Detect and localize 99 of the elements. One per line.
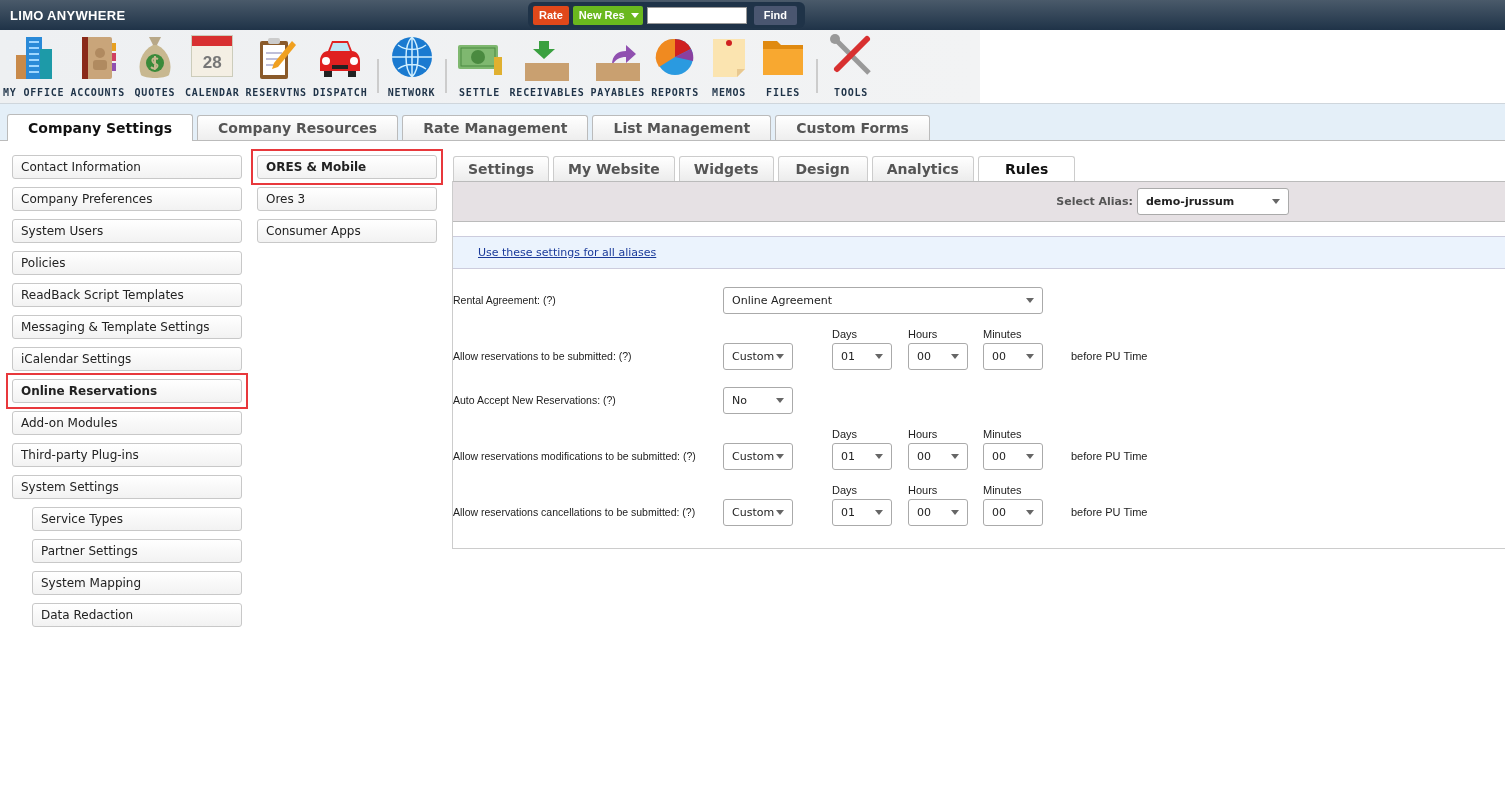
menu-item[interactable]: Partner Settings [32, 539, 242, 563]
toolbar-item[interactable]: 28 CALENDAR [181, 31, 243, 103]
logo: LIMO ANYWHERE [10, 7, 126, 23]
column-label: Days [832, 484, 859, 496]
column-label: Hours [908, 328, 939, 340]
alias-label: Select Alias: [1056, 195, 1133, 208]
caret-icon [776, 454, 784, 459]
field-label: Allow reservations cancellations to be submitted: (?) [453, 506, 696, 520]
caret-icon [776, 354, 784, 359]
caret-icon [875, 510, 883, 515]
menu-item[interactable]: Service Types [32, 507, 242, 531]
select-field[interactable]: 00 [983, 443, 1043, 470]
tab[interactable]: Rules [977, 156, 1076, 181]
select-field[interactable]: 00 [908, 343, 968, 370]
caret-icon [1026, 298, 1034, 303]
tab[interactable]: List Management [592, 115, 772, 140]
tab[interactable]: My Website [553, 156, 675, 181]
toolbar-item[interactable]: MEMOS [702, 33, 757, 103]
toolbar-item[interactable]: REPORTS [648, 33, 703, 103]
menu-item[interactable]: Contact Information [12, 155, 242, 179]
select-field[interactable]: 00 [908, 443, 968, 470]
menu-item[interactable]: Data Redaction [32, 603, 242, 627]
menu-item[interactable]: Company Preferences [12, 187, 242, 211]
caret-icon [630, 12, 639, 18]
select-field[interactable]: 00 [908, 499, 968, 526]
caret-icon [1272, 199, 1280, 204]
toolbar-item[interactable]: RECEIVABLES [506, 41, 588, 103]
toolbar-item[interactable]: DISPATCH [309, 33, 371, 103]
calendar-icon: 28 [191, 35, 234, 77]
select-field[interactable]: 01 [832, 499, 892, 526]
menu-item[interactable]: System Mapping [32, 571, 242, 595]
toolbar-item[interactable]: TOOLS [824, 33, 879, 103]
search-field[interactable] [646, 6, 747, 24]
caret-icon [875, 354, 883, 359]
select-field[interactable]: 01 [832, 343, 892, 370]
field-label: Allow reservations modifications to be submitted: (?) [453, 450, 696, 464]
menu-item[interactable]: Add-on Modules [12, 411, 242, 435]
suffix-text: before PU Time [1070, 450, 1149, 464]
column-label: Hours [908, 484, 939, 496]
column-label: Days [832, 328, 859, 340]
caret-icon [951, 354, 959, 359]
caret-icon [1026, 454, 1034, 459]
toolbar-item[interactable]: SETTLE [452, 33, 507, 103]
menu-item[interactable]: Policies [12, 251, 242, 275]
caret-icon [951, 454, 959, 459]
alias-select[interactable]: demo-jrussum [1137, 188, 1289, 215]
toolbar-item[interactable]: FILES [756, 33, 811, 103]
tab[interactable]: Company Resources [197, 115, 399, 140]
select-field[interactable]: 00 [983, 499, 1043, 526]
tab[interactable]: Analytics [871, 156, 974, 181]
toolbar-item[interactable]: MY OFFICE [0, 33, 68, 103]
menu-item[interactable]: ORES & Mobile [257, 155, 437, 179]
caret-icon [776, 398, 784, 403]
toolbar-item[interactable]: ACCOUNTS [67, 33, 128, 103]
menu-item[interactable]: Ores 3 [257, 187, 437, 211]
select-field[interactable]: Online Agreement [723, 287, 1043, 314]
select-field[interactable]: Custom [723, 499, 793, 526]
caret-icon [1026, 354, 1034, 359]
tab[interactable]: Design [777, 156, 868, 181]
tab[interactable]: Settings [453, 156, 550, 181]
toolbar-item[interactable]: PAYABLES [587, 41, 649, 103]
tab[interactable]: Rate Management [402, 115, 589, 140]
suffix-text: before PU Time [1070, 506, 1149, 520]
caret-icon [875, 454, 883, 459]
menu-item[interactable]: Consumer Apps [257, 219, 437, 243]
tab[interactable]: Widgets [678, 156, 774, 181]
caret-icon [1026, 510, 1034, 515]
column-label: Minutes [983, 328, 1023, 340]
inbox-tray-icon [523, 41, 572, 81]
select-field[interactable]: Custom [723, 443, 793, 470]
select-field[interactable]: 01 [832, 443, 892, 470]
toolbar-item[interactable]: QUOTES [127, 33, 182, 103]
select-field[interactable]: Custom [723, 343, 793, 370]
select-field[interactable]: No [723, 387, 793, 414]
field-label: Allow reservations to be submitted: (?) [453, 350, 632, 364]
menu-item[interactable]: iCalendar Settings [12, 347, 242, 371]
column-label: Minutes [983, 484, 1023, 496]
column-label: Days [832, 428, 859, 440]
column-label: Hours [908, 428, 939, 440]
menu-item[interactable]: ReadBack Script Templates [12, 283, 242, 307]
menu-item[interactable]: System Settings [12, 475, 242, 499]
field-label: Rental Agreement: (?) [453, 294, 556, 308]
toolbar-item[interactable]: NETWORK [384, 33, 439, 103]
menu-item[interactable]: Messaging & Template Settings [12, 315, 242, 339]
rate-button[interactable]: Rate [533, 5, 569, 25]
menu-item[interactable]: Online Reservations [12, 379, 242, 403]
caret-icon [951, 510, 959, 515]
suffix-text: before PU Time [1070, 350, 1149, 364]
select-field[interactable]: 00 [983, 343, 1043, 370]
column-label: Minutes [983, 428, 1023, 440]
menu-item[interactable]: System Users [12, 219, 242, 243]
tab[interactable]: Company Settings [7, 114, 193, 141]
menu-item[interactable]: Third-party Plug-ins [12, 443, 242, 467]
caret-icon [776, 510, 784, 515]
toolbar-item[interactable]: RESERVTNS [242, 33, 310, 103]
field-label: Auto Accept New Reservations: (?) [453, 394, 616, 408]
tab[interactable]: Custom Forms [775, 115, 930, 140]
apply-all-link[interactable]: Use these settings for all aliases [478, 246, 657, 259]
find-button[interactable]: Find [753, 5, 797, 25]
